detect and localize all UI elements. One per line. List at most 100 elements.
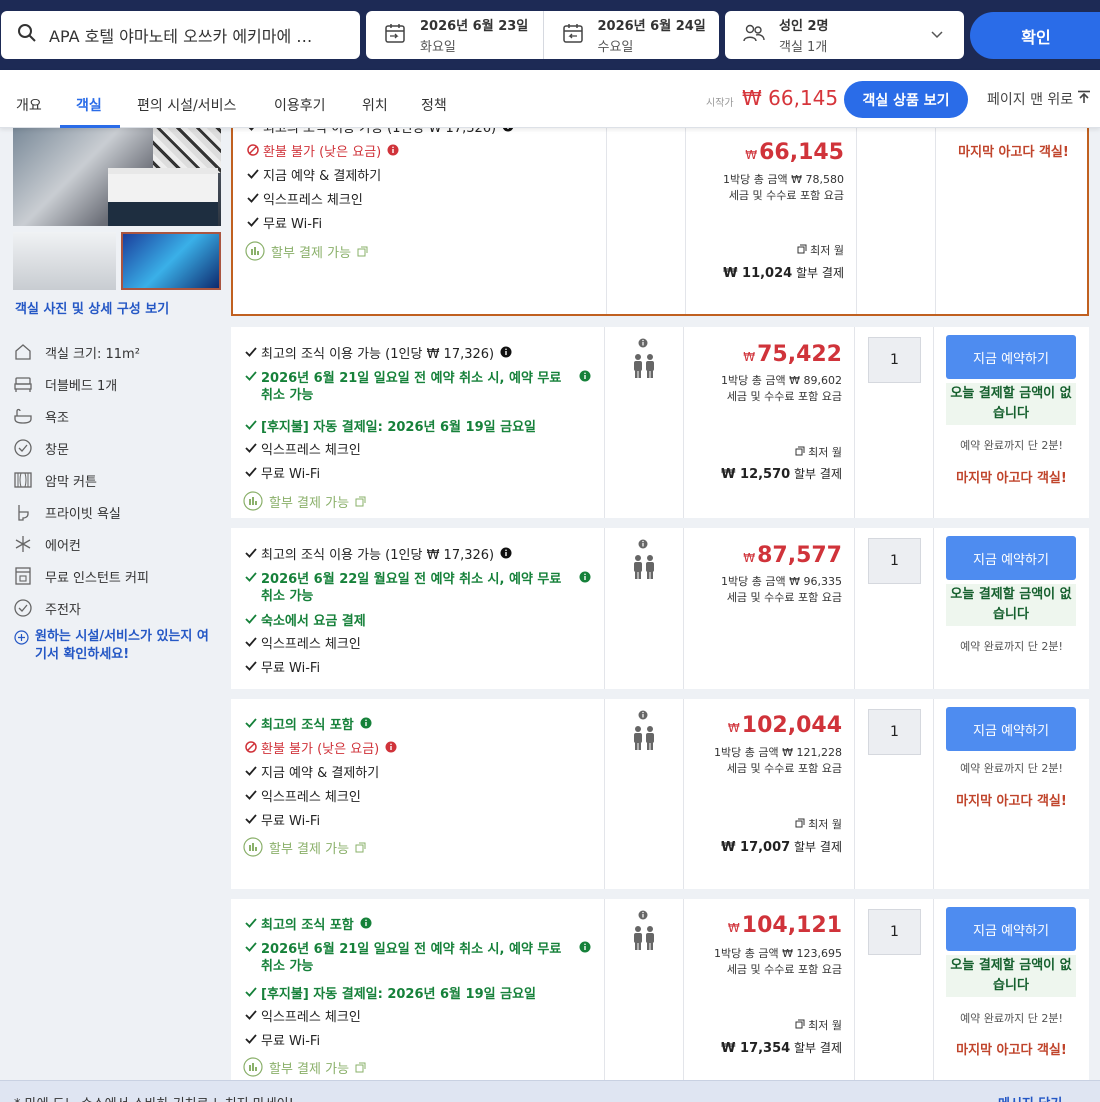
- tab-rooms[interactable]: 객실: [76, 95, 102, 115]
- tab-overview[interactable]: 개요: [16, 95, 42, 115]
- rate-feature-text: 무료 Wi-Fi: [263, 217, 323, 232]
- installment-icon: [245, 241, 271, 266]
- installment-amount: ₩ 17,007 할부 결제: [721, 840, 842, 855]
- action-cell: 지금 예약하기 예약 완료까지 단 2분! 마지막 아고다 객실!: [934, 699, 1089, 889]
- info-icon[interactable]: [579, 941, 591, 958]
- info-icon[interactable]: [638, 538, 648, 553]
- rate-feature-text: 할부 결제 가능: [269, 496, 350, 511]
- close-message-button[interactable]: 메시지 닫기: [998, 1093, 1062, 1102]
- rate-feature: 숙소에서 요금 결제: [245, 613, 366, 630]
- rate-feature-text: 익스프레스 체크인: [261, 790, 361, 805]
- info-icon[interactable]: [579, 571, 591, 588]
- destination-field[interactable]: APA 호텔 야마노테 오쓰카 에키마에 …: [1, 11, 360, 59]
- rate-feature[interactable]: 할부 결제 가능: [245, 241, 368, 266]
- room-quantity-select[interactable]: 1: [868, 909, 921, 955]
- rate-feature-text: 할부 결제 가능: [269, 842, 350, 857]
- check-circle-icon: [13, 438, 33, 458]
- price-breakdown: 1박당 총 금액 ₩ 78,580 세금 및 수수료 포함 요금: [723, 173, 844, 202]
- quantity-cell: 1: [855, 528, 934, 689]
- amenity-room-size: 객실 크기: 11m²: [13, 342, 140, 362]
- booking-time-note: 예약 완료까지 단 2분!: [960, 1012, 1063, 1025]
- amenity-air-conditioner: 에어컨: [13, 534, 81, 554]
- book-now-button[interactable]: 지금 예약하기: [946, 907, 1076, 951]
- external-link-icon[interactable]: [355, 1061, 366, 1078]
- rate-feature: 최고의 조식 포함: [245, 717, 372, 734]
- check-icon: [245, 941, 261, 958]
- rate-features: 최고의 조식 포함 환불 불가 (낮은 요금) 지금 예약 & 결제하기 익스프레스 …: [231, 699, 605, 889]
- price-breakdown: 1박당 총 금액 ₩ 123,695 세금 및 수수료 포함 요금: [714, 947, 842, 976]
- amenity-instant-coffee: 무료 인스턴트 커피: [13, 566, 149, 586]
- info-icon[interactable]: [387, 144, 399, 161]
- occupancy-cell: [607, 128, 686, 314]
- checkin-date: 2026년 6월 23일: [420, 19, 529, 34]
- info-icon[interactable]: [360, 917, 372, 934]
- info-icon[interactable]: [385, 741, 397, 758]
- price-breakdown: 1박당 총 금액 ₩ 121,228 세금 및 수수료 포함 요금: [714, 746, 842, 775]
- tab-facilities[interactable]: 편의 시설/서비스: [137, 95, 236, 115]
- info-icon[interactable]: [500, 547, 512, 564]
- house-icon: [13, 342, 33, 362]
- last-room-notice: 마지막 아고다 객실!: [956, 471, 1067, 486]
- rate-feature: 지금 예약 & 결제하기: [247, 168, 381, 185]
- info-icon[interactable]: [638, 337, 648, 352]
- date-range-field[interactable]: 2026년 6월 23일 화요일 2026년 6월 24일 수요일: [366, 11, 719, 59]
- check-icon: [245, 765, 261, 782]
- info-icon[interactable]: [638, 909, 648, 924]
- rate-price: ₩102,044: [727, 713, 842, 738]
- guest-selector[interactable]: 성인 2명 객실 1개: [725, 11, 964, 59]
- info-icon[interactable]: [360, 717, 372, 734]
- rate-feature: 무료 Wi-Fi: [247, 216, 322, 233]
- rate-feature-text: 할부 결제 가능: [271, 246, 352, 261]
- action-cell: 지금 예약하기 오늘 결제할 금액이 없습니다 예약 완료까지 단 2분! 마지막 아…: [934, 327, 1089, 518]
- start-price: ₩ 66,145: [742, 86, 839, 110]
- quantity-cell: 1: [855, 899, 934, 1080]
- external-link-icon[interactable]: [355, 495, 366, 512]
- external-link-icon[interactable]: [357, 245, 368, 262]
- rate-price: ₩87,577: [743, 543, 842, 568]
- rate-feature-text: 환불 불가 (낮은 요금): [263, 145, 382, 160]
- two-person-icon: [632, 925, 656, 955]
- book-now-button[interactable]: 지금 예약하기: [946, 335, 1076, 379]
- amenity-window: 창문: [13, 438, 69, 458]
- book-now-button[interactable]: 지금 예약하기: [946, 536, 1076, 580]
- rate-features: 최고의 조식 포함 2026년 6월 21일 일요일 전 예약 취소 시, 예약 …: [231, 899, 605, 1080]
- checkin-field[interactable]: 2026년 6월 23일 화요일: [366, 11, 543, 59]
- rate-feature: 익스프레스 체크인: [245, 442, 361, 459]
- external-link-icon: [795, 446, 805, 459]
- info-icon[interactable]: [638, 709, 648, 724]
- check-amenities-link[interactable]: 원하는 시설/서비스가 있는지 여기서 확인하세요!: [14, 628, 215, 664]
- check-icon: [247, 216, 263, 233]
- external-link-icon[interactable]: [355, 841, 366, 858]
- rate-feature[interactable]: 할부 결제 가능: [243, 1057, 366, 1082]
- checkin-day: 화요일: [420, 40, 456, 55]
- confirm-button[interactable]: 확인: [970, 12, 1100, 59]
- room-photo-main[interactable]: [13, 128, 221, 226]
- tab-reviews[interactable]: 이용후기: [274, 95, 326, 115]
- rate-feature[interactable]: 할부 결제 가능: [243, 837, 366, 862]
- book-now-button[interactable]: 지금 예약하기: [946, 707, 1076, 751]
- rate-feature: 익스프레스 체크인: [245, 789, 361, 806]
- tab-location[interactable]: 위치: [362, 95, 388, 115]
- check-icon: [245, 419, 261, 436]
- quantity-cell: [857, 128, 936, 314]
- room-quantity-select[interactable]: 1: [868, 709, 921, 755]
- room-quantity-select[interactable]: 1: [868, 337, 921, 383]
- info-icon[interactable]: [579, 370, 591, 387]
- checkout-field[interactable]: 2026년 6월 24일 수요일: [542, 11, 720, 59]
- view-rooms-button[interactable]: 객실 상품 보기: [844, 81, 968, 118]
- quantity-cell: 1: [855, 699, 934, 889]
- curtain-icon: [13, 470, 33, 490]
- back-to-top-link[interactable]: 페이지 맨 위로: [987, 89, 1091, 109]
- room-photo-tv[interactable]: [121, 232, 221, 290]
- info-icon[interactable]: [500, 346, 512, 363]
- check-icon: [245, 636, 261, 653]
- rate-feature[interactable]: 할부 결제 가능: [243, 491, 366, 516]
- room-quantity-select[interactable]: 1: [868, 538, 921, 584]
- room-photos-link[interactable]: 객실 사진 및 상세 구성 보기: [15, 298, 169, 317]
- last-room-notice: 마지막 아고다 객실!: [956, 794, 1067, 809]
- guest-count: 성인 2명: [779, 19, 829, 34]
- room-photo-bathroom[interactable]: [13, 232, 116, 290]
- no-refund-icon: [247, 144, 263, 161]
- installment-icon: [243, 837, 269, 862]
- tab-policies[interactable]: 정책: [421, 95, 447, 115]
